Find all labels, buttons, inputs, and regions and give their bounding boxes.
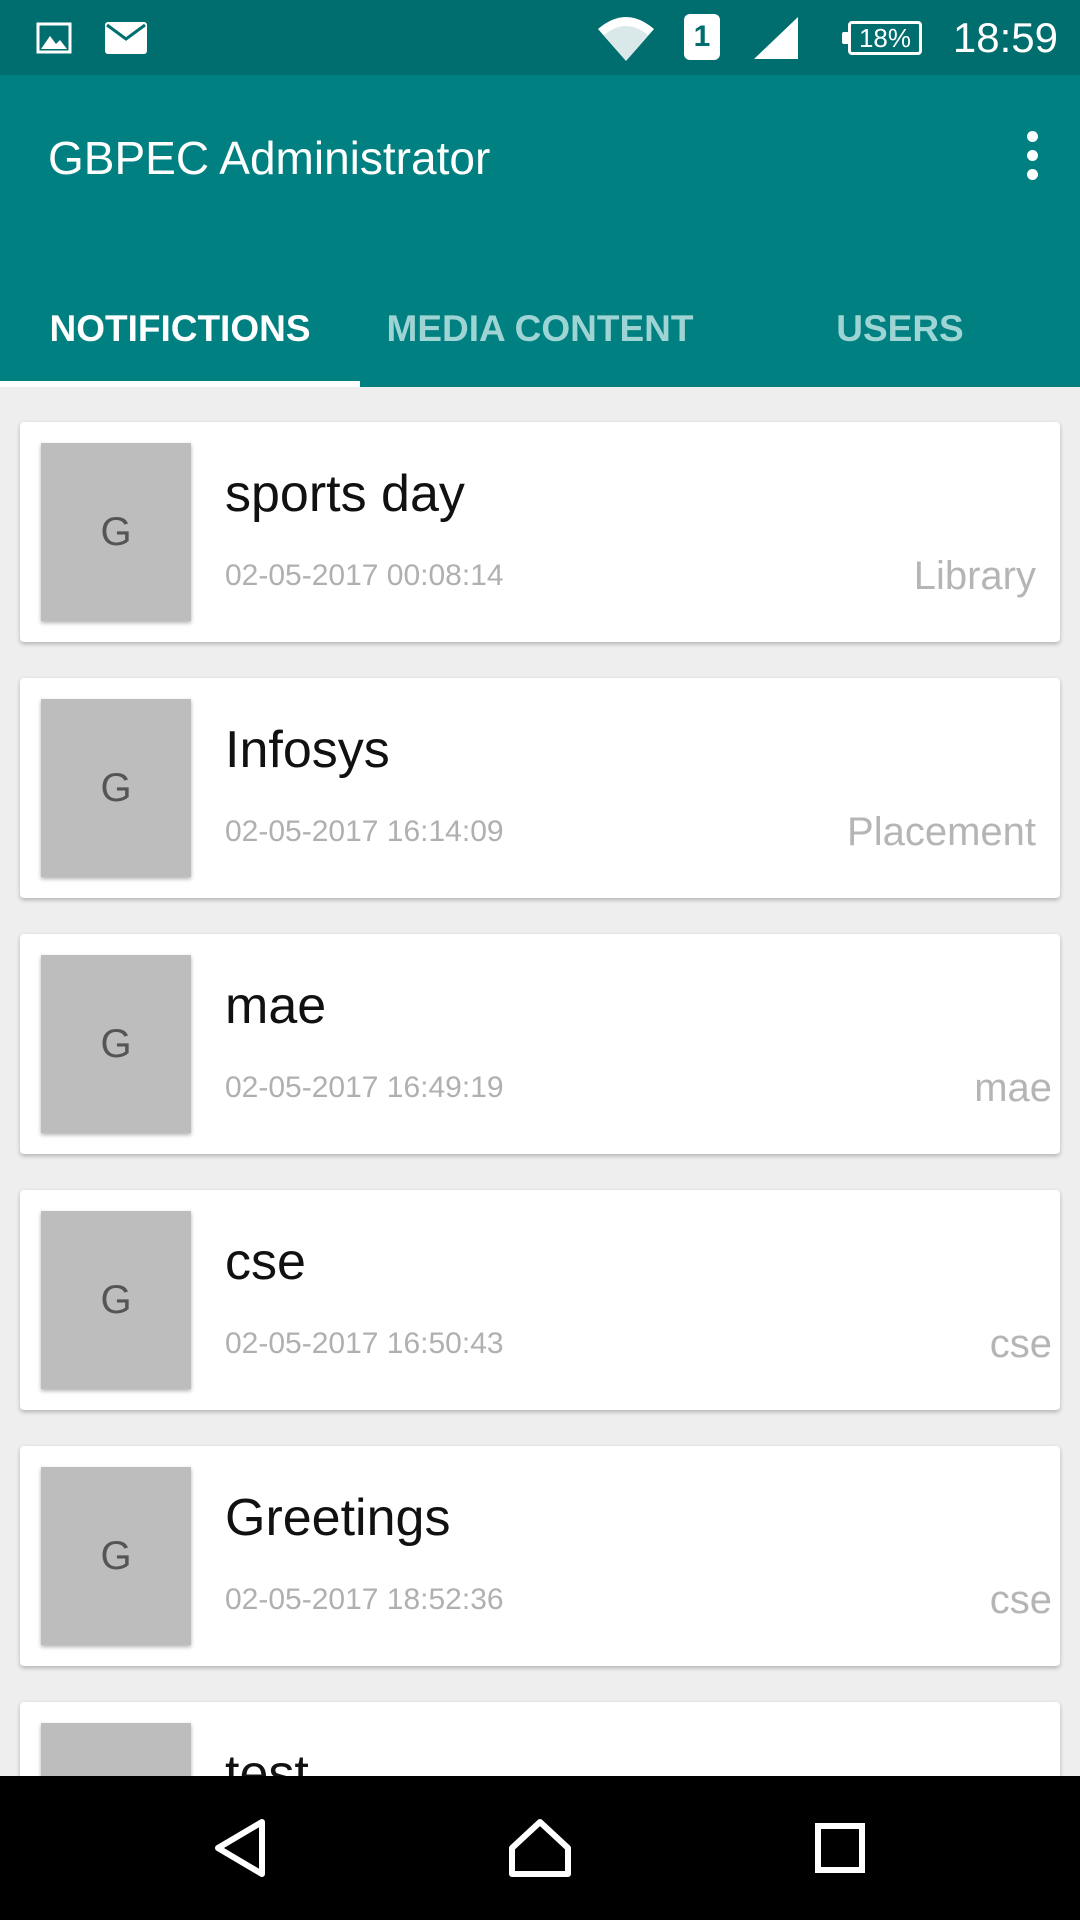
- status-bar: 1 18% 18:59: [0, 0, 1080, 75]
- notification-timestamp: 02-05-2017 18:52:36: [225, 1583, 504, 1616]
- notification-timestamp: 02-05-2017 16:50:43: [225, 1327, 504, 1360]
- notification-title: Greetings: [225, 1489, 451, 1547]
- notification-category: Library: [913, 554, 1036, 598]
- back-icon[interactable]: [180, 1776, 300, 1920]
- notification-category: mae: [974, 1066, 1052, 1110]
- app-title: GBPEC Administrator: [48, 132, 491, 184]
- notification-card[interactable]: G mae 02-05-2017 16:49:19 mae: [20, 934, 1060, 1154]
- more-vert-icon[interactable]: [1004, 115, 1060, 195]
- notification-title: sports day: [225, 465, 465, 523]
- notification-card[interactable]: G Infosys 02-05-2017 16:14:09 Placement: [20, 678, 1060, 898]
- battery-icon: 18%: [842, 21, 922, 55]
- notification-timestamp: 02-05-2017 16:49:19: [225, 1071, 504, 1104]
- notification-category: Placement: [847, 810, 1036, 854]
- notification-title: mae: [225, 977, 327, 1035]
- avatar: G: [41, 443, 191, 621]
- sim-icon: 1: [684, 14, 720, 60]
- signal-icon: [752, 0, 800, 75]
- home-icon[interactable]: [480, 1776, 600, 1920]
- notification-list[interactable]: G sports day 02-05-2017 00:08:14 Library…: [0, 387, 1080, 1776]
- notification-card[interactable]: G sports day 02-05-2017 00:08:14 Library: [20, 422, 1060, 642]
- notification-card[interactable]: test: [20, 1702, 1060, 1776]
- notification-timestamp: 02-05-2017 00:08:14: [225, 559, 504, 592]
- avatar: G: [41, 1467, 191, 1645]
- avatar: [41, 1723, 191, 1776]
- clock: 18:59: [952, 14, 1058, 61]
- tab-users[interactable]: USERS: [720, 271, 1080, 387]
- mail-icon: [104, 0, 148, 75]
- avatar: G: [41, 955, 191, 1133]
- recents-icon[interactable]: [780, 1776, 900, 1920]
- notification-card[interactable]: G Greetings 02-05-2017 18:52:36 cse: [20, 1446, 1060, 1666]
- avatar: G: [41, 1211, 191, 1389]
- notification-timestamp: 02-05-2017 16:14:09: [225, 815, 504, 848]
- notification-title: cse: [225, 1233, 306, 1291]
- navigation-bar: [0, 1776, 1080, 1920]
- notification-title: Infosys: [225, 721, 390, 779]
- wifi-icon: [596, 0, 656, 75]
- notification-category: cse: [989, 1322, 1052, 1366]
- tab-media-content[interactable]: MEDIA CONTENT: [360, 271, 720, 387]
- app-bar: GBPEC Administrator NOTIFICTIONS MEDIA C…: [0, 75, 1080, 387]
- image-icon: [36, 0, 72, 75]
- notification-category: cse: [989, 1578, 1052, 1622]
- avatar: G: [41, 699, 191, 877]
- notification-card[interactable]: G cse 02-05-2017 16:50:43 cse: [20, 1190, 1060, 1410]
- notification-title: test: [225, 1745, 309, 1776]
- tab-notifications[interactable]: NOTIFICTIONS: [0, 271, 360, 387]
